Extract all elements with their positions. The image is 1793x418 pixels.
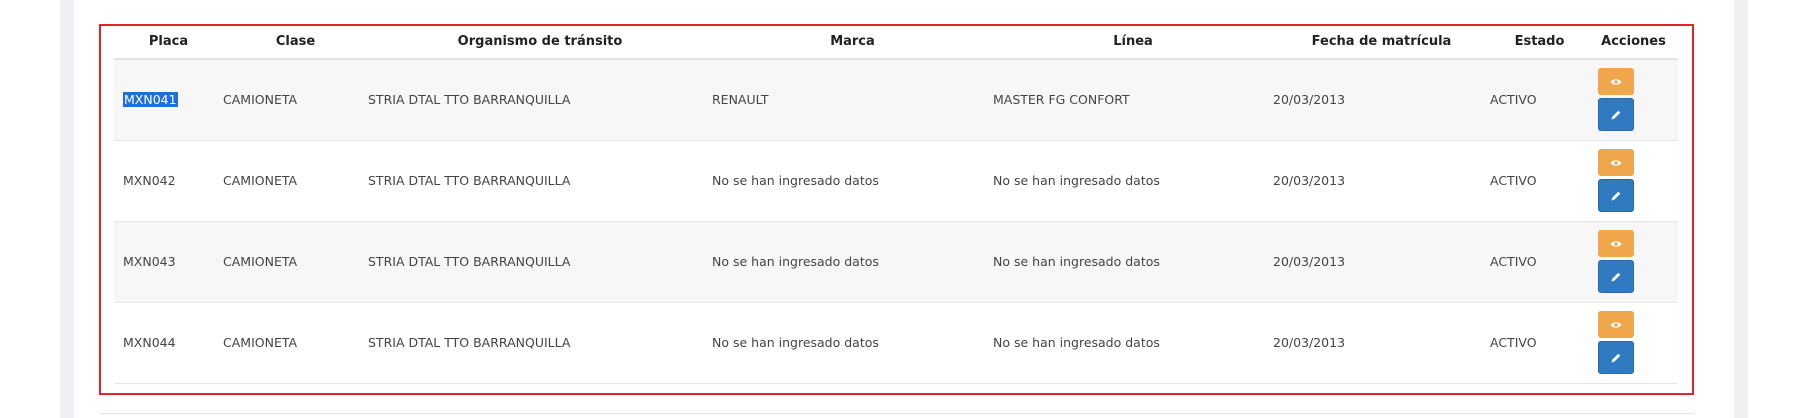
cell-marca: No se han ingresado datos [712, 140, 993, 222]
cell-marca: No se han ingresado datos [712, 221, 993, 303]
eye-icon [1610, 78, 1622, 86]
table-row: MXN042 CAMIONETA STRIA DTAL TTO BARRANQU… [114, 140, 1678, 222]
cell-estado: ACTIVO [1490, 59, 1589, 141]
edit-button[interactable] [1598, 341, 1634, 374]
header-linea: Línea [993, 25, 1273, 60]
cell-estado: ACTIVO [1490, 140, 1589, 222]
table-row: MXN041 CAMIONETA STRIA DTAL TTO BARRANQU… [114, 59, 1678, 141]
cell-organismo: STRIA DTAL TTO BARRANQUILLA [368, 59, 712, 141]
pencil-icon [1610, 271, 1622, 283]
cell-clase: CAMIONETA [223, 140, 368, 222]
table-row: MXN044 CAMIONETA STRIA DTAL TTO BARRANQU… [114, 302, 1678, 384]
header-row: Placa Clase Organismo de tránsito Marca … [114, 25, 1678, 60]
edit-button[interactable] [1598, 260, 1634, 293]
view-button[interactable] [1598, 230, 1634, 257]
divider [99, 413, 1694, 414]
cell-organismo: STRIA DTAL TTO BARRANQUILLA [368, 221, 712, 303]
vehicle-table: Placa Clase Organismo de tránsito Marca … [114, 25, 1678, 384]
cell-acciones [1589, 221, 1678, 303]
eye-icon [1610, 159, 1622, 167]
cell-linea: MASTER FG CONFORT [993, 59, 1273, 141]
eye-icon [1610, 240, 1622, 248]
header-clase: Clase [223, 25, 368, 60]
table-header: Placa Clase Organismo de tránsito Marca … [114, 25, 1678, 60]
cell-marca: RENAULT [712, 59, 993, 141]
header-marca: Marca [712, 25, 993, 60]
cell-fecha: 20/03/2013 [1273, 221, 1490, 303]
view-button[interactable] [1598, 68, 1634, 96]
cell-linea: No se han ingresado datos [993, 221, 1273, 303]
cell-acciones [1589, 302, 1678, 384]
header-fecha: Fecha de matrícula [1273, 25, 1490, 60]
pencil-icon [1610, 190, 1622, 202]
eye-icon [1610, 321, 1622, 329]
table-row: MXN043 CAMIONETA STRIA DTAL TTO BARRANQU… [114, 221, 1678, 303]
cell-estado: ACTIVO [1490, 302, 1589, 384]
cell-fecha: 20/03/2013 [1273, 140, 1490, 222]
cell-clase: CAMIONETA [223, 302, 368, 384]
vehicle-table-container: Placa Clase Organismo de tránsito Marca … [114, 25, 1678, 384]
selected-text[interactable]: MXN041 [123, 92, 178, 108]
cell-acciones [1589, 59, 1678, 141]
header-estado: Estado [1490, 25, 1589, 60]
cell-marca: No se han ingresado datos [712, 302, 993, 384]
header-organismo: Organismo de tránsito [368, 25, 712, 60]
cell-placa: MXN043 [114, 221, 223, 303]
cell-linea: No se han ingresado datos [993, 140, 1273, 222]
cell-fecha: 20/03/2013 [1273, 59, 1490, 141]
cell-fecha: 20/03/2013 [1273, 302, 1490, 384]
left-gutter [0, 0, 60, 418]
edit-button[interactable] [1598, 98, 1634, 132]
pencil-icon [1610, 352, 1622, 364]
view-button[interactable] [1598, 149, 1634, 176]
cell-placa: MXN042 [114, 140, 223, 222]
table-body: MXN041 CAMIONETA STRIA DTAL TTO BARRANQU… [114, 59, 1678, 384]
pencil-icon [1610, 109, 1622, 121]
cell-clase: CAMIONETA [223, 59, 368, 141]
cell-linea: No se han ingresado datos [993, 302, 1273, 384]
cell-clase: CAMIONETA [223, 221, 368, 303]
view-button[interactable] [1598, 311, 1634, 338]
cell-organismo: STRIA DTAL TTO BARRANQUILLA [368, 302, 712, 384]
header-placa: Placa [114, 25, 223, 60]
edit-button[interactable] [1598, 179, 1634, 212]
cell-acciones [1589, 140, 1678, 222]
header-acciones: Acciones [1589, 25, 1678, 60]
cell-organismo: STRIA DTAL TTO BARRANQUILLA [368, 140, 712, 222]
cell-estado: ACTIVO [1490, 221, 1589, 303]
cell-placa: MXN041 [114, 59, 223, 141]
cell-placa: MXN044 [114, 302, 223, 384]
